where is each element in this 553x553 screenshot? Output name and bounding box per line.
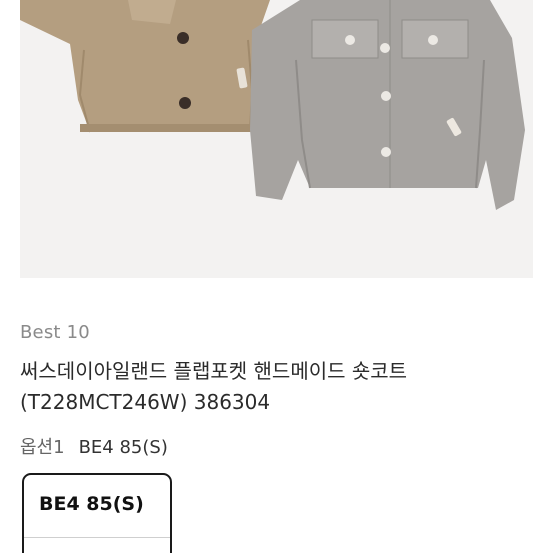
option-label: 옵션1: [20, 437, 65, 458]
product-image[interactable]: [20, 0, 533, 278]
option-chip-label: BE4 85(S): [39, 493, 144, 515]
option-chip-divider: [24, 537, 170, 538]
option-chip-selected[interactable]: BE4 85(S): [22, 473, 172, 553]
option-row: 옵션1 BE4 85(S): [20, 433, 168, 459]
jacket-photo: [20, 0, 525, 210]
product-title: 써스데이아일랜드 플랩포켓 핸드메이드 숏코트 (T228MCT246W) 38…: [20, 359, 408, 414]
option-value: BE4 85(S): [78, 437, 168, 458]
best-badge: Best 10: [20, 322, 90, 343]
